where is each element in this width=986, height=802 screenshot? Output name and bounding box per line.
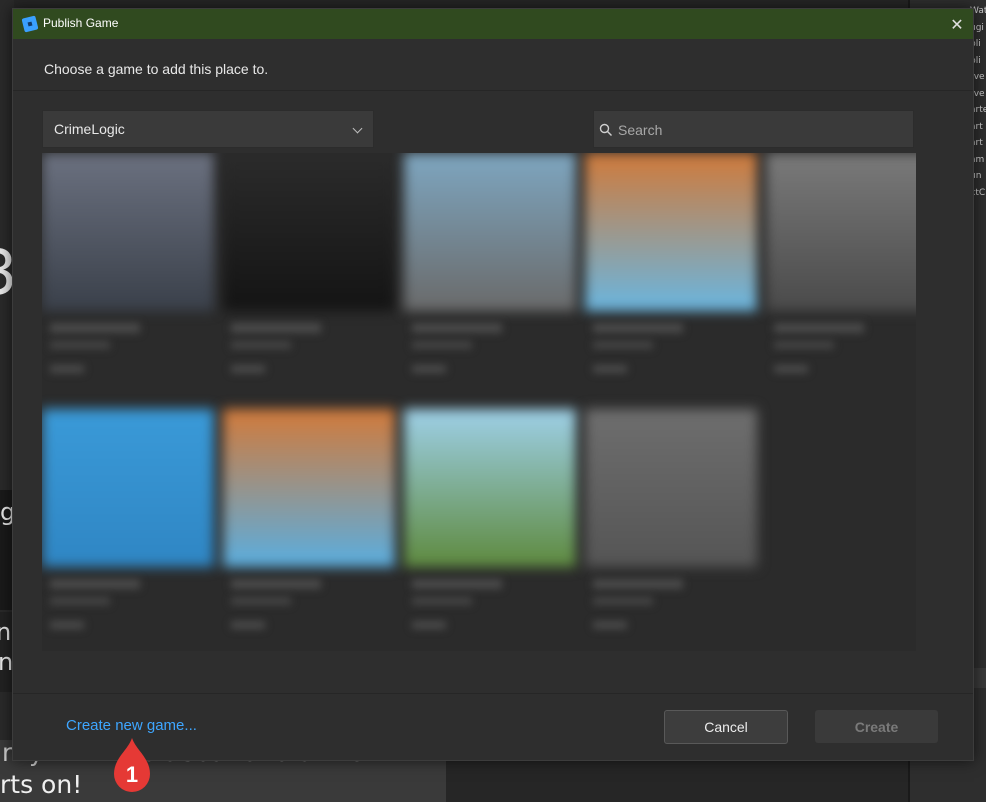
annotation-marker: 1 — [110, 736, 154, 798]
search-box[interactable] — [593, 110, 914, 148]
game-card-blurred-text — [231, 579, 321, 589]
search-input[interactable] — [616, 119, 900, 141]
game-card-blurred-text — [593, 341, 653, 349]
annotation-number: 1 — [125, 762, 139, 787]
game-card[interactable] — [585, 409, 757, 643]
game-card-blurred-text — [50, 323, 140, 333]
game-card-blurred-text — [50, 365, 84, 373]
close-button[interactable]: ✕ — [945, 12, 969, 36]
game-card-blurred-text — [593, 597, 653, 605]
cancel-button[interactable]: Cancel — [664, 710, 788, 744]
game-card[interactable] — [766, 153, 916, 387]
game-thumbnail — [404, 409, 576, 567]
dialog-title: Publish Game — [43, 16, 119, 30]
game-thumbnail — [766, 153, 916, 311]
game-card-blurred-text — [231, 597, 291, 605]
search-icon — [599, 123, 612, 136]
game-card-blurred-text — [593, 365, 627, 373]
game-thumbnail — [223, 409, 395, 567]
game-card[interactable] — [404, 153, 576, 387]
game-card-blurred-text — [774, 341, 834, 349]
game-card-blurred-text — [412, 597, 472, 605]
game-card-blurred-text — [50, 341, 110, 349]
game-card-blurred-text — [774, 323, 864, 333]
dialog-instruction: Choose a game to add this place to. — [44, 61, 269, 77]
explorer-separator — [972, 668, 986, 688]
game-thumbnail — [223, 153, 395, 311]
divider — [13, 90, 973, 91]
game-card-blurred-text — [412, 579, 502, 589]
game-card-blurred-text — [774, 365, 808, 373]
game-card[interactable] — [42, 409, 214, 643]
owner-dropdown[interactable]: CrimeLogic — [42, 110, 374, 148]
game-card-blurred-text — [50, 621, 84, 629]
game-card-blurred-text — [412, 365, 446, 373]
create-button[interactable]: Create — [815, 710, 938, 743]
game-card-blurred-text — [412, 323, 502, 333]
game-thumbnail — [585, 409, 757, 567]
game-thumbnail — [42, 409, 214, 567]
game-card-blurred-text — [593, 579, 683, 589]
game-thumbnail — [42, 153, 214, 311]
owner-dropdown-value: CrimeLogic — [54, 121, 125, 137]
divider — [13, 693, 973, 694]
game-thumbnail — [585, 153, 757, 311]
game-grid[interactable] — [42, 153, 916, 651]
game-card-blurred-text — [593, 621, 627, 629]
game-card[interactable] — [223, 153, 395, 387]
game-card-blurred-text — [231, 341, 291, 349]
game-card-blurred-text — [412, 341, 472, 349]
background-text-line: rts on! — [0, 770, 83, 799]
game-thumbnail — [404, 153, 576, 311]
dialog-titlebar[interactable]: Publish Game ✕ — [13, 9, 973, 39]
game-card[interactable] — [223, 409, 395, 643]
game-card-blurred-text — [412, 621, 446, 629]
game-card-blurred-text — [231, 621, 265, 629]
create-new-game-link[interactable]: Create new game... — [66, 717, 197, 734]
close-icon: ✕ — [950, 14, 964, 34]
game-card[interactable] — [42, 153, 214, 387]
publish-game-dialog: Publish Game ✕ Choose a game to add this… — [12, 8, 974, 761]
game-card-blurred-text — [231, 323, 321, 333]
roblox-studio-icon — [21, 15, 39, 33]
game-card[interactable] — [585, 153, 757, 387]
chevron-down-icon — [352, 123, 363, 134]
game-card-blurred-text — [50, 597, 110, 605]
game-card-blurred-text — [50, 579, 140, 589]
game-card[interactable] — [404, 409, 576, 643]
game-card-blurred-text — [231, 365, 265, 373]
game-card-blurred-text — [593, 323, 683, 333]
